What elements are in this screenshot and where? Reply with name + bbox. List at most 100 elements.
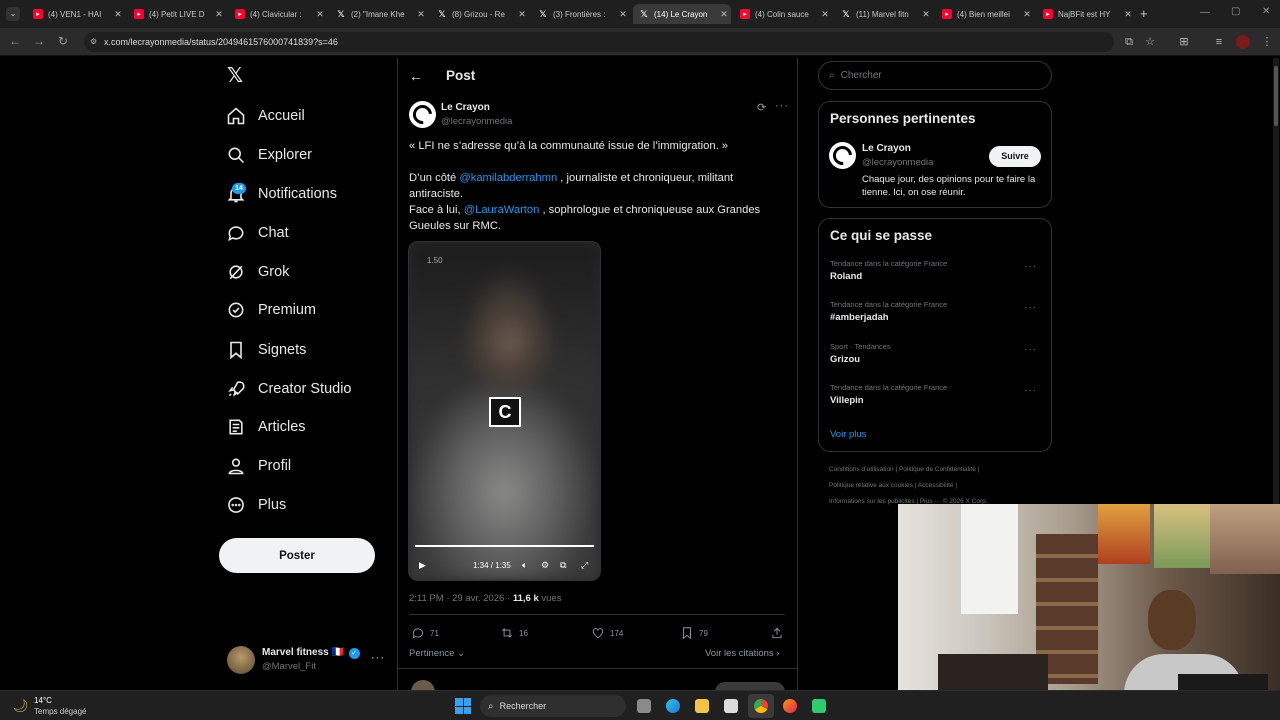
post-button[interactable]: Poster [219,538,375,573]
nav-item-profile[interactable]: Profil [226,451,291,481]
reload-icon[interactable]: ↻ [55,34,71,48]
relevant-avatar[interactable] [829,142,856,169]
trend-menu-icon[interactable]: ··· [1024,344,1037,355]
browser-tab[interactable]: ▸ (4) Colin sauce ✕ [734,4,832,24]
app-icon[interactable] [812,699,826,713]
browser-tab[interactable]: ▸ (4) Petit LIVE D ✕ [128,4,226,24]
url-field[interactable]: ⚙ x.com/lecrayonmedia/status/20494615760… [84,32,1114,52]
close-tab-icon[interactable]: ✕ [1121,9,1135,20]
account-menu-icon[interactable]: ··· [371,652,385,664]
nav-item-premium[interactable]: Premium [226,295,316,325]
trend-item[interactable]: Tendance dans la catégorie France #amber… [830,300,1045,323]
relevant-handle[interactable]: @lecrayonmedia [862,157,933,168]
browser-tab[interactable]: 𝕏 (3) Frontières : ✕ [532,4,630,24]
back-arrow-icon[interactable]: ← [409,68,423,84]
trend-item[interactable]: Tendance dans la catégorie France Villep… [830,383,1045,406]
x-logo-icon[interactable]: 𝕏 [227,66,247,86]
scrollbar-thumb[interactable] [1274,66,1278,126]
nav-item-articles[interactable]: Articles [226,412,306,442]
close-tab-icon[interactable]: ✕ [919,9,933,20]
tab-search-icon[interactable]: ⌄ [6,7,20,21]
sort-dropdown[interactable]: Pertinence ⌄ [409,648,465,659]
firefox-icon[interactable] [783,699,797,713]
close-tab-icon[interactable]: ✕ [414,9,428,20]
nav-item-more[interactable]: Plus [226,490,286,520]
footer-links[interactable]: Conditions d’utilisation | Politique de … [829,466,979,473]
minimize-icon[interactable]: — [1200,7,1210,18]
browser-tab[interactable]: 𝕏 (8) Grizou - Re ✕ [431,4,529,24]
browser-tab[interactable]: ▸ NajBFit est HY ✕ [1037,4,1135,24]
close-tab-icon[interactable]: ✕ [313,9,327,20]
close-window-icon[interactable]: ✕ [1262,6,1270,17]
settings-icon[interactable]: ⚙ [541,560,549,571]
author-avatar[interactable] [409,101,436,128]
nav-item-explore[interactable]: Explorer [226,140,312,170]
trend-item[interactable]: Tendance dans la catégorie France Roland… [830,259,1045,282]
extensions-icon[interactable]: ⊞ [1177,35,1191,49]
share-button[interactable] [770,626,789,640]
browser-tab[interactable]: ▸ (4) VEN1 - HAI ✕ [27,4,125,24]
search-input[interactable]: ⌕ Chercher [818,61,1052,90]
close-tab-icon[interactable]: ✕ [818,9,832,20]
chrome-icon[interactable] [754,699,768,713]
task-view-icon[interactable] [637,699,651,713]
grok-explain-icon[interactable]: ⟳ [757,101,766,114]
relevant-name[interactable]: Le Crayon [862,143,911,154]
show-more-link[interactable]: Voir plus [830,429,866,440]
browser-tab[interactable]: 𝕏 (2) "Imane Khe ✕ [330,4,428,24]
trend-menu-icon[interactable]: ··· [1024,302,1037,313]
store-icon[interactable] [724,699,738,713]
edge-icon[interactable] [666,699,680,713]
close-tab-icon[interactable]: ✕ [515,9,529,20]
trend-item[interactable]: Sport · Tendances Grizou ··· [830,342,1045,365]
taskbar-search[interactable]: ⌕ Rechercher [480,695,626,717]
close-tab-icon[interactable]: ✕ [212,9,226,20]
nav-item-grok[interactable]: Grok [226,257,289,287]
post-timestamp[interactable]: 2:11 PM · 29 avr. 2026 · [409,593,513,604]
repost-button[interactable]: 16 [500,626,528,640]
browser-menu-icon[interactable]: ⋮ [1260,35,1274,49]
footer-links[interactable]: Politique relative aux cookies | Accessi… [829,482,957,489]
bookmark-button[interactable]: 79 [680,626,708,640]
fullscreen-icon[interactable]: ⤢ [581,560,588,571]
play-icon[interactable]: ▶ [419,560,426,571]
site-info-icon[interactable]: ⚙ [90,37,97,46]
video-progress-bar[interactable] [415,545,594,547]
back-icon[interactable]: ← [7,34,23,48]
install-app-icon[interactable]: ⧉ [1122,35,1136,49]
nav-item-home[interactable]: Accueil [226,101,305,131]
pip-icon[interactable]: ⧉ [560,560,566,571]
like-button[interactable]: 174 [591,626,623,640]
profile-avatar[interactable] [1236,35,1250,49]
volume-icon[interactable]: 🔈︎ [522,560,527,571]
maximize-icon[interactable]: ▢ [1231,6,1240,17]
new-tab-icon[interactable]: + [1140,6,1148,21]
nav-item-bookmarks[interactable]: Signets [226,335,306,365]
mention-link[interactable]: @kamilabderrahmn [459,172,557,184]
weather-temp[interactable]: 14°C [34,696,52,705]
close-tab-icon[interactable]: ✕ [616,9,630,20]
browser-tab[interactable]: ▸ (4) Bien meillei ✕ [936,4,1034,24]
follow-button[interactable]: Suivre [989,146,1041,167]
browser-tab[interactable]: ▸ (4) Clavicular : ✕ [229,4,327,24]
account-avatar[interactable] [227,646,255,674]
video-player[interactable]: 1.50 C ▶ 1:34 / 1:35 🔈︎ ⚙ ⧉ ⤢ [408,241,601,581]
mention-link[interactable]: @LauraWarton [464,204,540,216]
nav-item-chat[interactable]: Chat [226,218,289,248]
browser-tab[interactable]: 𝕏 (11) Marvel fitn ✕ [835,4,933,24]
author-name[interactable]: Le Crayon [441,102,490,113]
close-tab-icon[interactable]: ✕ [1020,9,1034,20]
weather-desc[interactable]: Temps dégagé [34,707,86,716]
windows-start-icon[interactable] [455,698,471,714]
nav-item-creator-studio[interactable]: Creator Studio [226,374,352,404]
trend-menu-icon[interactable]: ··· [1024,261,1037,272]
file-explorer-icon[interactable] [695,699,709,713]
browser-tab[interactable]: 𝕏 (14) Le Crayon ✕ [633,4,731,24]
trend-menu-icon[interactable]: ··· [1024,385,1037,396]
post-menu-icon[interactable]: ··· [775,100,789,112]
author-handle[interactable]: @lecrayonmedia [441,116,512,127]
star-icon[interactable]: ☆ [1143,35,1157,49]
reply-button[interactable]: 71 [411,626,439,640]
close-tab-icon[interactable]: ✕ [717,9,731,20]
media-icon[interactable]: ≡ [1212,35,1226,49]
